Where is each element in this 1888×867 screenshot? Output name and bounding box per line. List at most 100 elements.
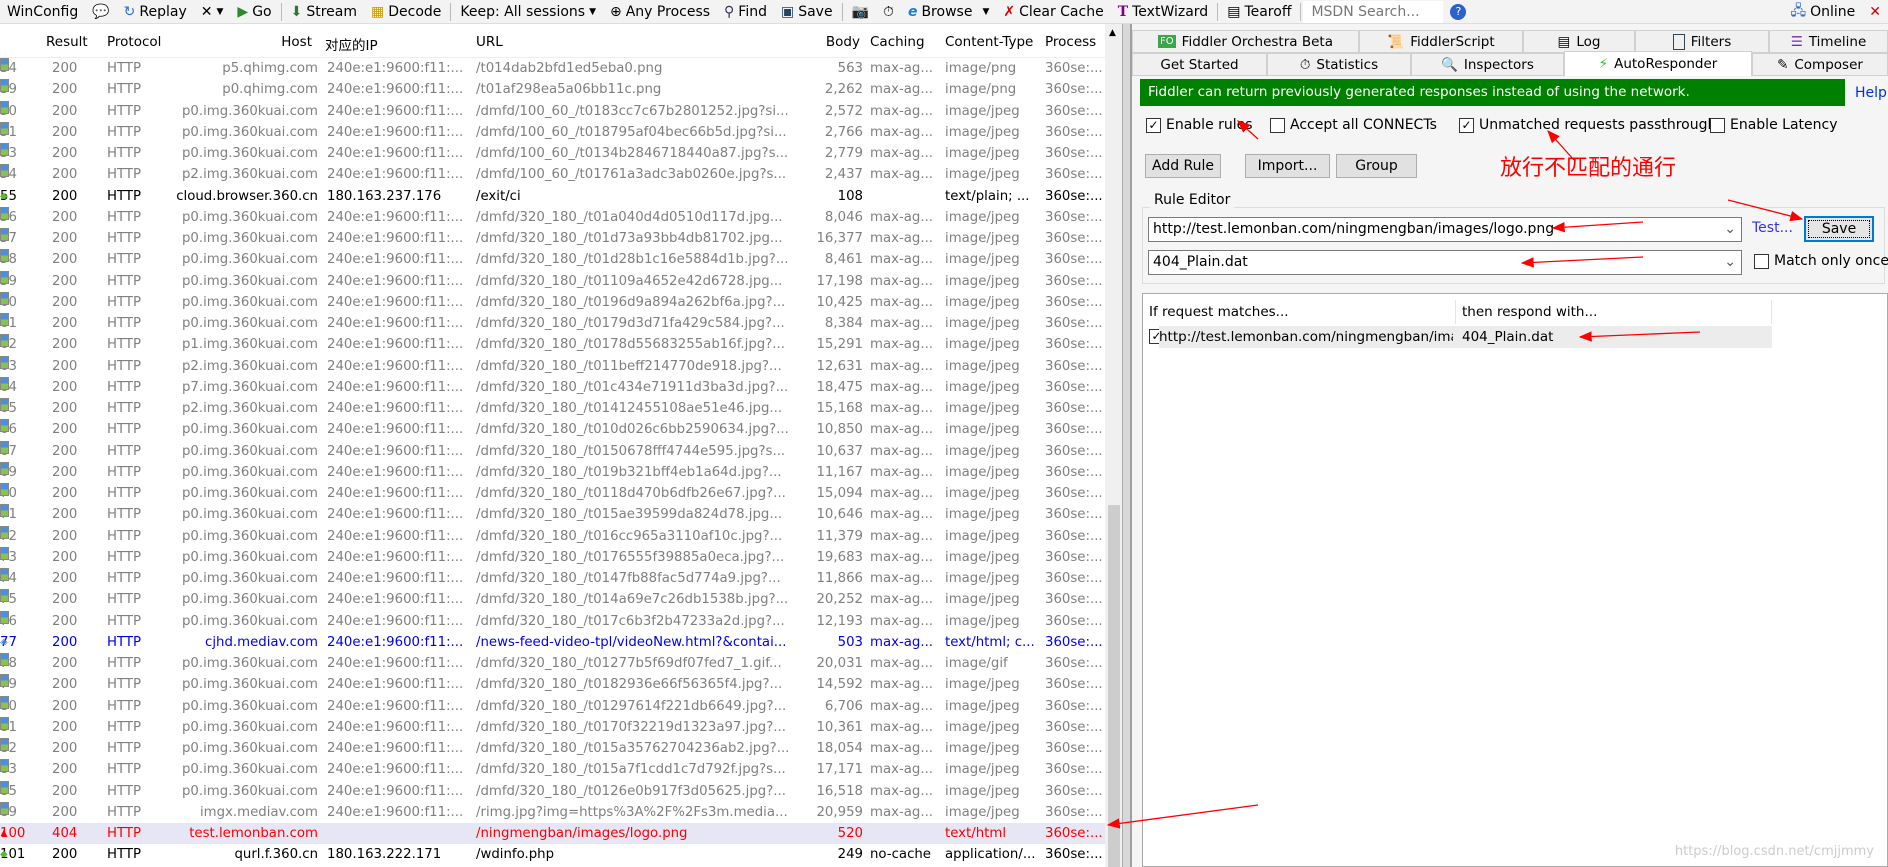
session-row[interactable]: ◆ 55 200 HTTP cloud.browser.360.cn 180.163.23… [0,186,1105,207]
session-row[interactable]: 72 200 HTTP p0.img.360kuai.com 240e:e1:9600:… [0,525,1105,547]
tab-composer[interactable]: ✎ Composer [1752,53,1888,76]
session-row[interactable]: 70 200 HTTP p0.img.360kuai.com 240e:e1:9600:… [0,483,1105,504]
session-row[interactable]: 63 200 HTTP p2.img.360kuai.com 240e:e1:9600:… [0,355,1105,377]
help-button[interactable]: ? [1443,1,1473,23]
session-row[interactable]: 73 200 HTTP p0.img.360kuai.com 240e:e1:9600:… [0,546,1105,568]
help-link[interactable]: Help [1855,85,1887,101]
session-row[interactable]: 76 200 HTTP p0.img.360kuai.com 240e:e1:9600:… [0,610,1105,632]
session-row[interactable]: 39 200 HTTP p0.qhimg.com 240e:e1:9600:f11:..… [0,79,1105,100]
session-row[interactable]: 66 200 HTTP p0.img.360kuai.com 240e:e1:9600:… [0,419,1105,440]
session-row[interactable]: 58 200 HTTP p0.img.360kuai.com 240e:e1:9600:… [0,249,1105,270]
session-row[interactable]: 75 200 HTTP p0.img.360kuai.com 240e:e1:9600:… [0,589,1105,610]
session-row[interactable]: 80 200 HTTP p0.img.360kuai.com 240e:e1:9600:… [0,695,1105,717]
test-link[interactable]: Test... [1752,220,1793,236]
session-row[interactable]: ▲ 100 404 HTTP test.lemonban.com/ningmengban… [0,823,1105,845]
column-result[interactable]: Result [46,34,88,50]
session-row[interactable]: 53 200 HTTP p0.img.360kuai.com 240e:e1:9600:… [0,143,1105,164]
session-row[interactable]: ◆ 101 200 HTTP qurl.f.360.cn 180.163.222.171 /… [0,844,1105,865]
pane-splitter[interactable] [1122,24,1132,867]
enable-latency-checkbox[interactable]: Enable Latency [1710,117,1837,133]
clear-cache-button[interactable]: ✗ Clear Cache [996,1,1110,23]
session-row[interactable]: 69 200 HTTP p0.img.360kuai.com 240e:e1:9600:… [0,461,1105,483]
tab-fiddler-orchestra[interactable]: FO Fiddler Orchestra Beta [1132,30,1359,53]
column-respond-with[interactable]: then respond with... [1456,300,1772,324]
add-rule-button[interactable]: Add Rule [1145,154,1221,178]
sessions-list[interactable]: Result Protocol Host 对应的IP URL Body Cach… [0,24,1122,867]
scroll-up-icon[interactable]: ▲ [1109,28,1116,38]
rule-row[interactable]: http://test.lemonban.com/ningmengban/ima… [1159,326,1772,348]
column-content-type[interactable]: Content-Type [945,34,1033,50]
tab-get-started[interactable]: Get Started [1132,53,1267,76]
session-row[interactable]: 50 200 HTTP p0.img.360kuai.com 240e:e1:9600:… [0,100,1105,122]
column-url[interactable]: URL [476,34,503,50]
rules-list[interactable]: If request matches... then respond with.… [1142,293,1888,867]
any-process-button[interactable]: ⊕ Any Process [603,1,717,23]
session-row[interactable]: 82 200 HTTP p0.img.360kuai.com 240e:e1:9600:… [0,738,1105,759]
session-row[interactable]: 60 200 HTTP p0.img.360kuai.com 240e:e1:9600:… [0,291,1105,313]
column-body[interactable]: Body [826,34,860,50]
replay-button[interactable]: ↻ Replay [117,1,194,23]
keep-sessions-dropdown[interactable]: Keep: All sessions ▼ [453,1,603,23]
tab-log[interactable]: ▤ Log [1523,30,1635,53]
go-button[interactable]: ▶ Go [230,1,278,23]
import-button[interactable]: Import... [1245,154,1330,178]
decode-button[interactable]: ▦ Decode [364,1,448,23]
session-row[interactable]: ◈ 77 200 HTTP cjhd.mediav.com 240e:e1:9600:f1… [0,632,1105,653]
session-row[interactable]: 89 200 HTTP imgx.mediav.com 240e:e1:9600:f11… [0,801,1105,823]
tearoff-button[interactable]: ▤ Tearoff [1220,1,1298,23]
tab-autoresponder[interactable]: ⚡ AutoResponder [1564,51,1752,76]
online-status[interactable]: 🖧 Online [1783,1,1862,23]
session-row[interactable]: 62 200 HTTP p1.img.360kuai.com 240e:e1:9600:… [0,334,1105,355]
close-button[interactable]: ✕ [1862,1,1888,23]
save-toolbar-button[interactable]: ▣ Save [774,1,840,23]
tab-timeline[interactable]: ☰ Timeline [1769,30,1888,53]
session-row[interactable]: 81 200 HTTP p0.img.360kuai.com 240e:e1:9600:… [0,716,1105,738]
column-protocol[interactable]: Protocol [107,34,161,50]
stream-button[interactable]: ⬇ Stream [284,1,364,23]
save-button[interactable]: Save [1804,216,1874,242]
session-row[interactable]: 61 200 HTTP p0.img.360kuai.com 240e:e1:9600:… [0,313,1105,334]
find-button[interactable]: ⚲ Find [717,1,774,23]
session-row[interactable]: 83 200 HTTP p0.img.360kuai.com 240e:e1:9600:… [0,759,1105,780]
column-ip[interactable]: 对应的IP [325,34,378,54]
session-row[interactable]: 65 200 HTTP p2.img.360kuai.com 240e:e1:9600:… [0,398,1105,419]
column-if-request-matches[interactable]: If request matches... [1143,300,1456,324]
match-input[interactable]: http://test.lemonban.com/ningmengban/ima… [1148,217,1742,242]
tab-fiddlerscript[interactable]: 📜 FiddlerScript [1359,30,1523,53]
match-only-once-checkbox[interactable]: Match only once [1754,253,1888,269]
session-row[interactable]: 85 200 HTTP p0.img.360kuai.com 240e:e1:9600:… [0,780,1105,802]
chevron-down-icon[interactable]: ⌄ [1724,218,1736,241]
session-row[interactable]: 51 200 HTTP p0.img.360kuai.com 240e:e1:9600:… [0,121,1105,143]
session-row[interactable]: 71 200 HTTP p0.img.360kuai.com 240e:e1:9600:… [0,504,1105,525]
enable-rules-checkbox[interactable]: ✓ Enable rules [1146,117,1253,133]
session-row[interactable]: 64 200 HTTP p7.img.360kuai.com 240e:e1:9600:… [0,376,1105,398]
session-row[interactable]: 34 200 HTTP p5.qhimg.com 240e:e1:9600:f11:..… [0,58,1105,79]
chevron-down-icon[interactable]: ⌄ [1724,251,1736,274]
session-row[interactable]: 57 200 HTTP p0.img.360kuai.com 240e:e1:9600:… [0,228,1105,249]
screenshot-button[interactable]: 📷 [845,1,876,23]
column-process[interactable]: Process [1045,34,1096,50]
session-row[interactable]: 56 200 HTTP p0.img.360kuai.com 240e:e1:9600:… [0,206,1105,228]
session-row[interactable]: 74 200 HTTP p0.img.360kuai.com 240e:e1:9600:… [0,568,1105,589]
session-row[interactable]: 54 200 HTTP p2.img.360kuai.com 240e:e1:9600:… [0,164,1105,185]
timer-button[interactable]: ⏱ [876,1,901,23]
scrollbar-thumb[interactable] [1108,505,1120,867]
tab-inspectors[interactable]: 🔍 Inspectors [1411,53,1564,76]
comment-button[interactable]: 💬 [85,1,116,23]
action-input[interactable]: 404_Plain.dat ⌄ [1148,250,1742,275]
unmatched-passthrough-checkbox[interactable]: ✓ Unmatched requests passthrough [1459,117,1716,133]
session-row[interactable]: 79 200 HTTP p0.img.360kuai.com 240e:e1:9600:… [0,674,1105,695]
column-caching[interactable]: Caching [870,34,925,50]
textwizard-button[interactable]: T TextWizard [1111,1,1216,23]
winconfig-button[interactable]: WinConfig [0,1,85,23]
session-row[interactable]: 59 200 HTTP p0.img.360kuai.com 240e:e1:9600:… [0,270,1105,292]
session-row[interactable]: 67 200 HTTP p0.img.360kuai.com 240e:e1:9600:… [0,440,1105,462]
tab-statistics[interactable]: ⏱ Statistics [1267,53,1411,76]
group-button[interactable]: Group [1336,154,1417,178]
session-row[interactable]: 78 200 HTTP p0.img.360kuai.com 240e:e1:9600:… [0,653,1105,674]
column-host[interactable]: Host [281,34,312,50]
tab-filters[interactable]: Filters [1635,30,1769,53]
browse-button[interactable]: e Browse ▼ [901,1,996,23]
remove-button[interactable]: ✕ ▼ [194,1,231,23]
accept-connects-checkbox[interactable]: Accept all CONNECTs [1270,117,1437,133]
